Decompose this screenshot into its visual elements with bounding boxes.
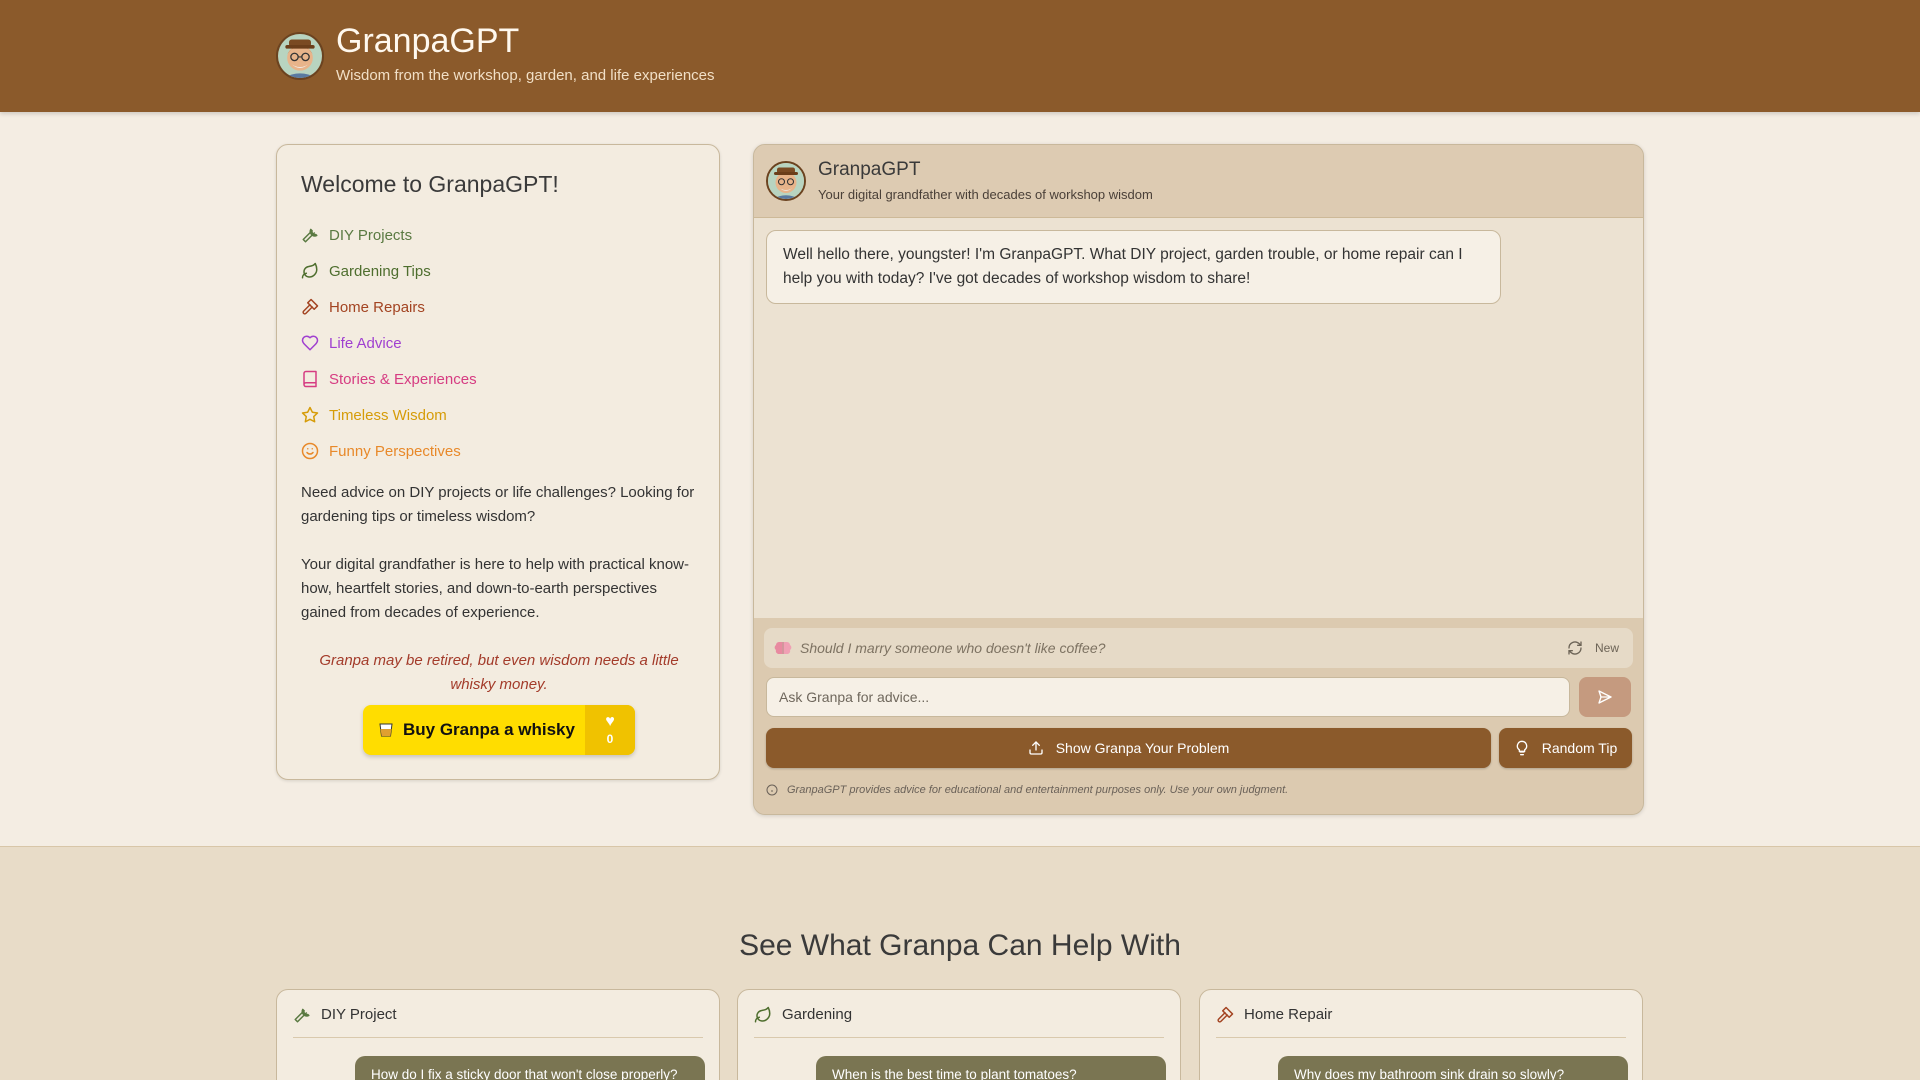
whisky-glass-icon [377, 721, 395, 739]
new-suggestion-button[interactable]: New [1567, 640, 1623, 656]
chat-input-area: Should I marry someone who doesn't like … [754, 618, 1643, 814]
leaf-icon [754, 1006, 771, 1023]
smile-icon [301, 442, 319, 460]
buy-whisky-main[interactable]: Buy Granpa a whisky [363, 705, 585, 755]
new-label: New [1594, 641, 1619, 655]
disclaimer: GranpaGPT provides advice for educationa… [766, 784, 1288, 796]
refresh-icon [1568, 641, 1582, 655]
heart-icon [301, 334, 319, 352]
brain-icon [774, 639, 792, 657]
show-problem-label: Show Granpa Your Problem [1055, 740, 1230, 756]
help-card-header: Gardening [754, 1006, 1164, 1038]
upload-icon [1029, 741, 1043, 755]
help-section: See What Granpa Can Help With DIY Projec… [0, 846, 1920, 1080]
send-icon [1598, 690, 1612, 704]
assistant-message: Well hello there, youngster! I'm GranpaG… [766, 230, 1501, 304]
help-card-title: Gardening [782, 1006, 853, 1023]
random-tip-button[interactable]: Random Tip [1499, 728, 1632, 768]
help-card-header: DIY Project [293, 1006, 703, 1038]
suggested-question[interactable]: Should I marry someone who doesn't like … [764, 628, 1633, 668]
topic-label: Timeless Wisdom [329, 406, 447, 424]
help-card-home-repair: Home Repair Why does my bathroom sink dr… [1199, 989, 1643, 1080]
chat-messages[interactable]: Well hello there, youngster! I'm GranpaG… [754, 218, 1643, 618]
send-button[interactable] [1579, 677, 1631, 717]
welcome-panel: Welcome to GranpaGPT! DIY Projects Garde… [276, 144, 720, 780]
topic-life-advice: Life Advice [301, 325, 477, 361]
whisky-quote: Granpa may be retired, but even wisdom n… [319, 652, 679, 693]
topic-label: Home Repairs [329, 298, 425, 316]
topic-funny-perspectives: Funny Perspectives [301, 433, 477, 469]
info-icon [766, 784, 778, 796]
description-paragraph: Your digital grandfather is here to help… [301, 556, 689, 621]
buy-whisky-label: Buy Granpa a whisky [403, 720, 575, 739]
chat-header: GranpaGPT Your digital grandfather with … [754, 145, 1643, 218]
welcome-heading: Welcome to GranpaGPT! [301, 171, 559, 197]
wrench-icon [301, 226, 319, 244]
intro-paragraph: Need advice on DIY projects or life chal… [301, 484, 695, 525]
suggestion-text: Should I marry someone who doesn't like … [800, 640, 1106, 656]
example-question: When is the best time to plant tomatoes? [816, 1056, 1166, 1080]
help-card-header: Home Repair [1216, 1006, 1626, 1038]
book-icon [301, 370, 319, 388]
disclaimer-text: GranpaGPT provides advice for educationa… [787, 784, 1289, 796]
donation-count: 0 [606, 732, 614, 746]
random-tip-label: Random Tip [1541, 740, 1618, 756]
help-section-title: See What Granpa Can Help With [739, 929, 1181, 962]
star-icon [301, 406, 319, 424]
top-header: GranpaGPT Wisdom from the workshop, gard… [0, 0, 1920, 112]
granpa-avatar [766, 161, 806, 201]
example-question: Why does my bathroom sink drain so slowl… [1278, 1056, 1628, 1080]
example-question: How do I fix a sticky door that won't cl… [355, 1056, 705, 1080]
topic-home-repairs: Home Repairs [301, 289, 477, 325]
topic-label: Stories & Experiences [329, 370, 477, 388]
show-granpa-problem-button[interactable]: Show Granpa Your Problem [766, 728, 1491, 768]
wrench-icon [294, 1008, 310, 1023]
topic-label: Funny Perspectives [329, 442, 461, 460]
help-card-gardening: Gardening When is the best time to plant… [737, 989, 1181, 1080]
help-card-diy: DIY Project How do I fix a sticky door t… [276, 989, 720, 1080]
heart-icon: ♥ [605, 713, 615, 730]
hammer-icon [1217, 1006, 1234, 1023]
help-card-title: DIY Project [321, 1006, 397, 1023]
hammer-icon [301, 298, 319, 316]
topic-label: Life Advice [329, 334, 402, 352]
ask-granpa-input[interactable] [766, 677, 1570, 717]
chat-title: GranpaGPT [818, 159, 921, 180]
buy-whisky-button[interactable]: Buy Granpa a whisky ♥ 0 [363, 705, 635, 755]
topic-timeless-wisdom: Timeless Wisdom [301, 397, 477, 433]
topic-stories-experiences: Stories & Experiences [301, 361, 477, 397]
app-title: GranpaGPT [336, 22, 520, 60]
topic-label: DIY Projects [329, 226, 413, 244]
app-subtitle: Wisdom from the workshop, garden, and li… [336, 67, 715, 84]
leaf-icon [301, 262, 319, 280]
chat-panel: GranpaGPT Your digital grandfather with … [753, 144, 1644, 815]
donation-counter: ♥ 0 [585, 705, 635, 755]
help-card-title: Home Repair [1244, 1006, 1333, 1023]
topic-list: DIY Projects Gardening Tips Home Repairs… [301, 217, 477, 469]
topic-diy-projects: DIY Projects [301, 217, 477, 253]
lightbulb-icon [1516, 740, 1528, 756]
chat-subtitle: Your digital grandfather with decades of… [818, 187, 1153, 202]
topic-gardening-tips: Gardening Tips [301, 253, 477, 289]
topic-label: Gardening Tips [329, 262, 431, 280]
granpa-avatar-logo [276, 32, 324, 80]
